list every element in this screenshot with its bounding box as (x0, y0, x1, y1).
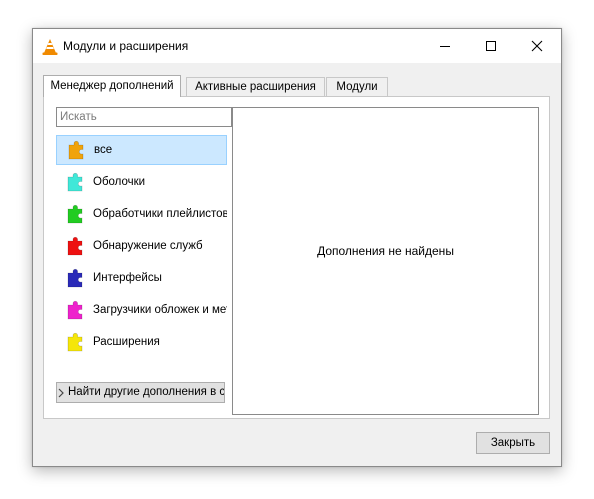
puzzle-icon (67, 172, 83, 192)
category-item-art-meta-fetchers[interactable]: Загрузчики обложек и мет (56, 295, 227, 325)
empty-message: Дополнения не найдены (317, 244, 454, 258)
category-list: все Оболочки Обработчики плейлистов Обна… (56, 135, 227, 355)
download-arrow-icon (58, 388, 64, 398)
minimize-icon (440, 46, 450, 47)
find-more-addons-button[interactable]: Найти другие дополнения в се (56, 382, 225, 403)
category-item-skins[interactable]: Оболочки (56, 167, 227, 197)
puzzle-icon (67, 236, 83, 256)
puzzle-icon (67, 300, 83, 320)
addons-window: Модули и расширения Менеджер дополнений … (32, 28, 562, 467)
category-label: все (94, 144, 113, 156)
category-item-service-discovery[interactable]: Обнаружение служб (56, 231, 227, 261)
puzzle-icon (67, 204, 83, 224)
tab-plugins[interactable]: Модули (326, 77, 388, 96)
close-window-button[interactable] (514, 29, 560, 63)
category-label: Расширения (93, 336, 160, 348)
category-label: Интерфейсы (93, 272, 162, 284)
puzzle-icon (68, 140, 84, 160)
category-label: Обнаружение служб (93, 240, 203, 252)
minimize-button[interactable] (422, 29, 468, 63)
maximize-icon (486, 41, 496, 51)
category-item-playlist-parsers[interactable]: Обработчики плейлистов (56, 199, 227, 229)
tab-active-extensions[interactable]: Активные расширения (186, 77, 325, 96)
close-icon (531, 40, 543, 52)
search-input[interactable] (56, 107, 232, 127)
category-item-all[interactable]: все (56, 135, 227, 165)
puzzle-icon (67, 268, 83, 288)
tab-addons-manager[interactable]: Менеджер дополнений (43, 75, 181, 97)
puzzle-icon (67, 332, 83, 352)
category-label: Загрузчики обложек и мет (93, 304, 227, 316)
category-item-extensions[interactable]: Расширения (56, 327, 227, 355)
vlc-cone-icon (42, 39, 58, 55)
category-label: Оболочки (93, 176, 146, 188)
maximize-button[interactable] (468, 29, 514, 63)
addons-manager-panel: все Оболочки Обработчики плейлистов Обна… (43, 96, 550, 419)
close-button[interactable]: Закрыть (476, 432, 550, 454)
find-more-label: Найти другие дополнения в се (68, 386, 225, 398)
category-label: Обработчики плейлистов (93, 208, 227, 220)
title-bar[interactable]: Модули и расширения (33, 29, 561, 63)
addons-content-area: Дополнения не найдены (232, 107, 539, 415)
category-item-interfaces[interactable]: Интерфейсы (56, 263, 227, 293)
window-title: Модули и расширения (63, 39, 189, 53)
